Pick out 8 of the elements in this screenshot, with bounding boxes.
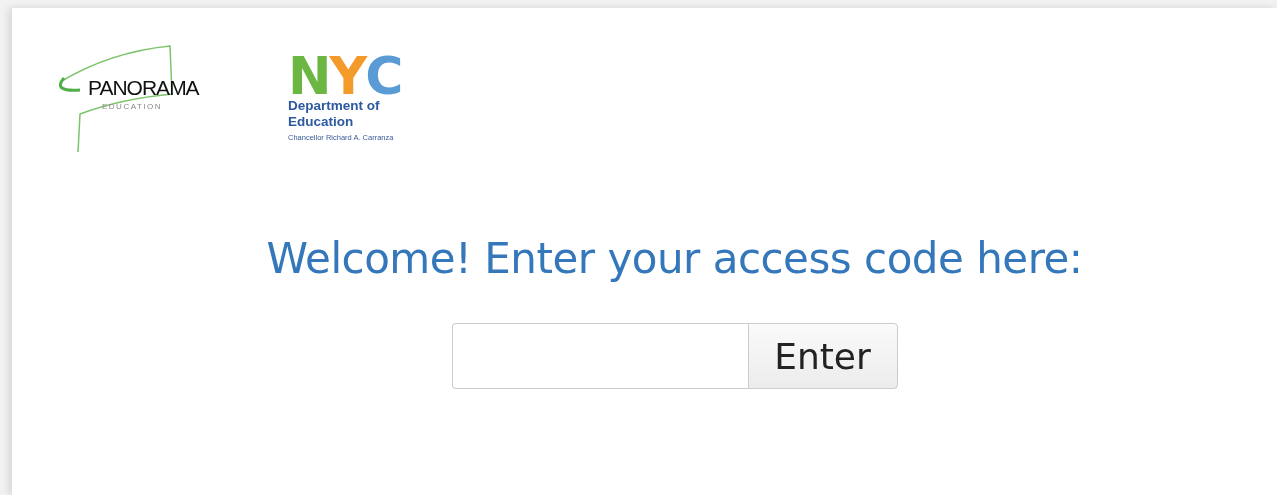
nyc-logo: NYC: [288, 54, 402, 98]
department-title: Department of: [288, 98, 381, 114]
enter-button[interactable]: Enter: [747, 323, 898, 389]
department-title: Education: [288, 114, 355, 130]
welcome-heading: Welcome! Enter your access code here:: [265, 234, 1084, 283]
logo-tagline: EDUCATION: [102, 102, 163, 111]
access-code-field[interactable]: [451, 323, 748, 389]
logo-name: PANORAMA: [88, 76, 199, 100]
